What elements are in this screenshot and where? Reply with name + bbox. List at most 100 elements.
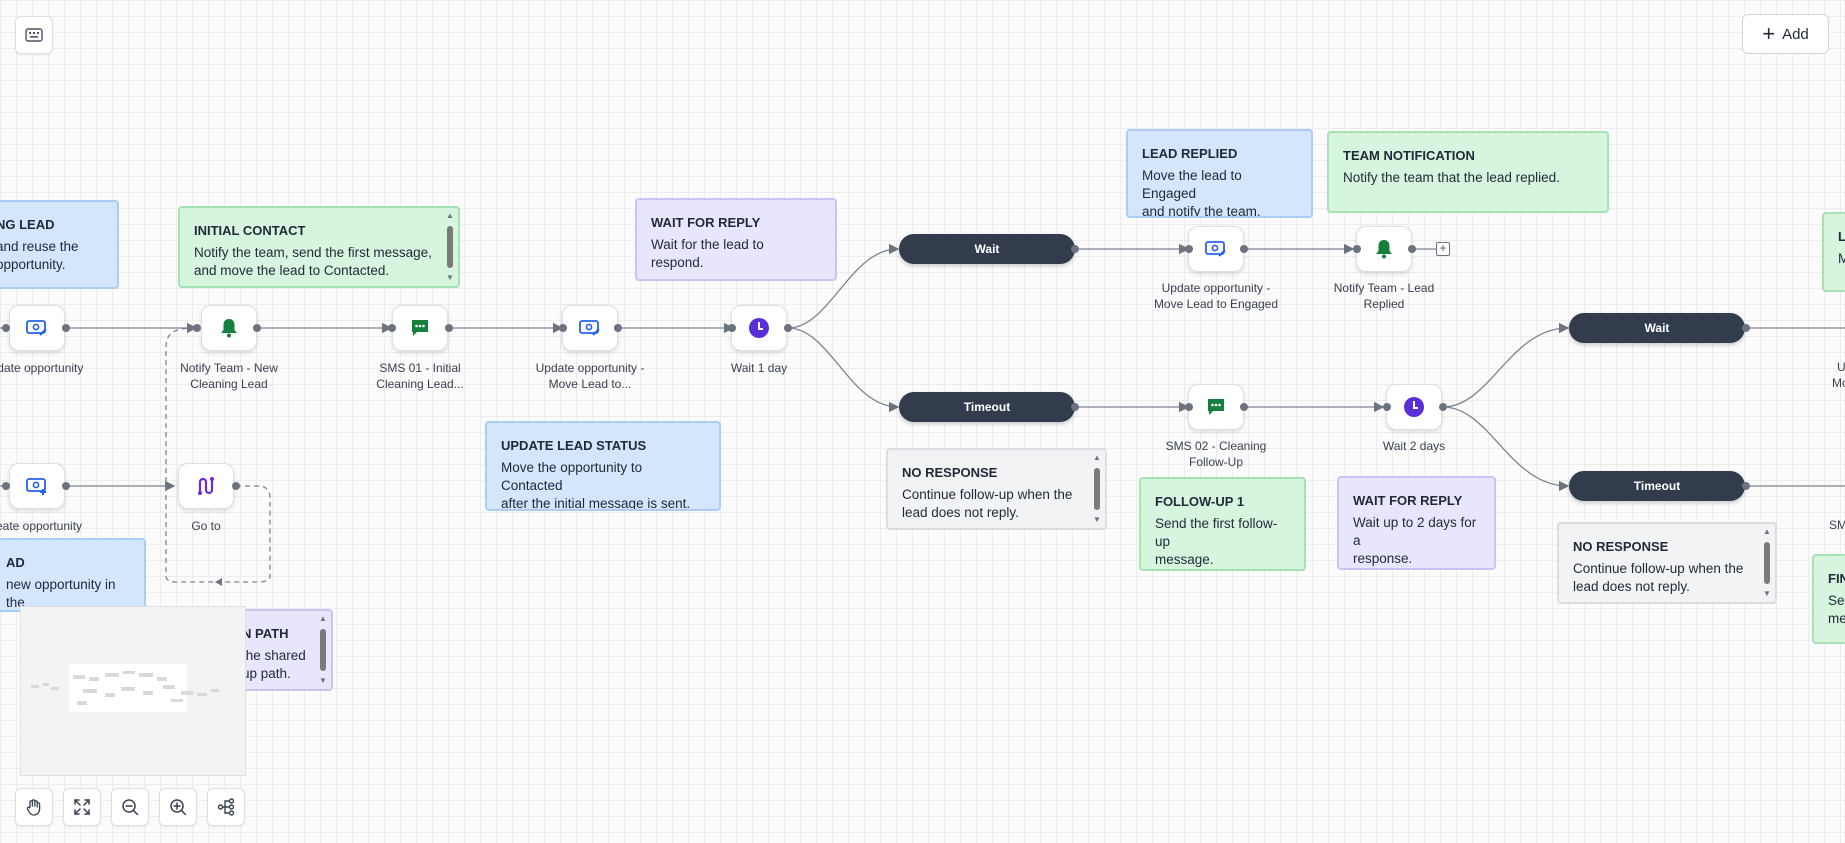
- node-notify-team-new-lead[interactable]: [201, 305, 257, 351]
- node-update-opportunity-engaged[interactable]: [1188, 226, 1244, 272]
- node-label: Update opportunity - Move Lead to...: [535, 361, 645, 391]
- note-title: WAIT FOR REPLY: [1353, 493, 1463, 508]
- note-title: AD: [6, 555, 25, 570]
- message-icon: [1208, 399, 1224, 415]
- fit-view-button[interactable]: [63, 788, 101, 826]
- node-notify-team-lead-replied[interactable]: [1356, 226, 1412, 272]
- opportunity-icon: [1205, 241, 1226, 257]
- keyboard-icon: [25, 28, 43, 42]
- auto-layout-button[interactable]: [207, 788, 245, 826]
- branch-wait[interactable]: Wait: [899, 234, 1075, 264]
- note-title: NG LEAD: [0, 217, 55, 232]
- opportunity-add-icon: [26, 478, 46, 495]
- node-create-opportunity[interactable]: [9, 463, 65, 509]
- add-button-label: Add: [1782, 25, 1809, 43]
- pan-mode-button[interactable]: [15, 788, 53, 826]
- note-body: Wait for the lead to respond.: [651, 237, 764, 270]
- pan-hand-icon: [26, 799, 41, 816]
- note-scrollbar[interactable]: ▲ ▼: [445, 212, 455, 282]
- node-label: Go to: [191, 519, 221, 533]
- zoom-out-button[interactable]: [111, 788, 149, 826]
- zoom-in-button[interactable]: [159, 788, 197, 826]
- node-label: Notify Team - Lead Replied: [1333, 281, 1435, 311]
- note-lead-replied[interactable]: LEAD REPLIED Move the lead to Engaged an…: [1126, 129, 1313, 218]
- plus-icon: +: [1762, 21, 1776, 46]
- note-follow-up-1[interactable]: FOLLOW-UP 1 Send the first follow-up mes…: [1139, 477, 1306, 571]
- note-body: M: [1838, 250, 1845, 268]
- minimap[interactable]: [20, 606, 246, 776]
- edge-caption: U: [1837, 360, 1845, 374]
- note-title: N PATH: [242, 626, 289, 641]
- fit-view-icon: [74, 799, 90, 815]
- note-title: UPDATE LEAD STATUS: [501, 438, 647, 453]
- note-title: FIN: [1828, 571, 1845, 586]
- branch-wait[interactable]: Wait: [1569, 313, 1745, 343]
- minimap-overview: [31, 664, 219, 712]
- note-body: Wait up to 2 days for a response.: [1353, 515, 1477, 566]
- add-step-button[interactable]: +: [1436, 242, 1450, 256]
- node-label: Notify Team - New Cleaning Lead: [180, 361, 278, 391]
- node-label: Wait 1 day: [730, 361, 788, 375]
- note-existing-lead[interactable]: NG LEAD and reuse the opportunity.: [0, 200, 119, 289]
- note-body: and reuse the opportunity.: [0, 239, 79, 272]
- node-update-opportunity[interactable]: [9, 305, 65, 351]
- note-title: FOLLOW-UP 1: [1155, 494, 1245, 509]
- clock-icon: [749, 318, 769, 338]
- node-label: Wait 2 days: [1382, 439, 1446, 453]
- node-label: SMS 02 - Cleaning Follow-Up: [1165, 439, 1267, 469]
- bell-icon: [1376, 240, 1392, 259]
- note-body: Move the lead to Engaged and notify the …: [1142, 168, 1261, 218]
- note-body: Notify the team that the lead replied.: [1343, 170, 1560, 185]
- note-body: Send the first follow-up message.: [1155, 516, 1278, 567]
- branch-timeout[interactable]: Timeout: [899, 392, 1075, 422]
- node-sms-01[interactable]: [392, 305, 448, 351]
- goto-icon: [198, 477, 214, 495]
- node-label: pdate opportunity: [0, 361, 84, 375]
- note-title: WAIT FOR REPLY: [651, 215, 761, 230]
- note-wait-for-reply-2[interactable]: WAIT FOR REPLY Wait up to 2 days for a r…: [1337, 476, 1496, 570]
- note-title: TEAM NOTIFICATION: [1343, 148, 1475, 163]
- opportunity-icon: [579, 320, 600, 336]
- zoom-out-icon: [122, 799, 139, 816]
- branch-timeout[interactable]: Timeout: [1569, 471, 1745, 501]
- node-update-opportunity-contacted[interactable]: [562, 305, 618, 351]
- note-body: Continue follow-up when the lead does no…: [902, 487, 1073, 520]
- note-scrollbar[interactable]: ▲ ▼: [1762, 528, 1772, 598]
- note-body: the shared up path.: [242, 648, 306, 681]
- edge-caption: SM: [1829, 518, 1845, 532]
- note-body: Notify the team, send the first message,…: [194, 245, 432, 278]
- node-label: reate opportunity: [0, 519, 83, 533]
- keyboard-shortcuts-button[interactable]: [15, 16, 53, 54]
- opportunity-icon: [26, 320, 47, 336]
- auto-layout-icon: [217, 798, 235, 816]
- note-title: INITIAL CONTACT: [194, 223, 306, 238]
- clock-icon: [1404, 397, 1424, 417]
- note-update-lead-status[interactable]: UPDATE LEAD STATUS Move the opportunity …: [485, 421, 721, 511]
- bell-icon: [221, 319, 237, 338]
- note-body: Continue follow-up when the lead does no…: [1573, 561, 1744, 594]
- node-wait-2-days[interactable]: [1386, 384, 1442, 430]
- note-title: NO RESPONSE: [902, 465, 998, 480]
- note-team-notification[interactable]: TEAM NOTIFICATION Notify the team that t…: [1327, 131, 1609, 213]
- note-scrollbar[interactable]: ▲ ▼: [318, 615, 328, 685]
- note-no-response-2[interactable]: NO RESPONSE Continue follow-up when the …: [1557, 522, 1777, 604]
- note-title: NO RESPONSE: [1573, 539, 1669, 554]
- node-label: Update opportunity - Move Lead to Engage…: [1153, 281, 1279, 311]
- note-no-response[interactable]: NO RESPONSE Continue follow-up when the …: [886, 448, 1107, 530]
- note-title: L: [1838, 228, 1845, 246]
- note-title: LEAD REPLIED: [1142, 146, 1238, 161]
- edge-caption: Mo: [1832, 376, 1845, 390]
- note-new-lead[interactable]: AD new opportunity in the Leads pipeline…: [0, 538, 146, 612]
- node-wait-1-day[interactable]: [731, 305, 787, 351]
- note-edge-right[interactable]: L M: [1822, 212, 1845, 292]
- note-edge-final[interactable]: FIN Se me: [1812, 554, 1845, 644]
- add-button[interactable]: + Add: [1742, 14, 1829, 54]
- node-go-to[interactable]: [178, 463, 234, 509]
- note-initial-contact[interactable]: INITIAL CONTACT Notify the team, send th…: [178, 206, 460, 288]
- node-label: SMS 01 - Initial Cleaning Lead...: [376, 361, 464, 391]
- note-wait-for-reply[interactable]: WAIT FOR REPLY Wait for the lead to resp…: [635, 198, 837, 281]
- node-sms-02[interactable]: [1188, 384, 1244, 430]
- note-scrollbar[interactable]: ▲ ▼: [1092, 454, 1102, 524]
- message-icon: [412, 320, 428, 336]
- zoom-in-icon: [170, 799, 187, 816]
